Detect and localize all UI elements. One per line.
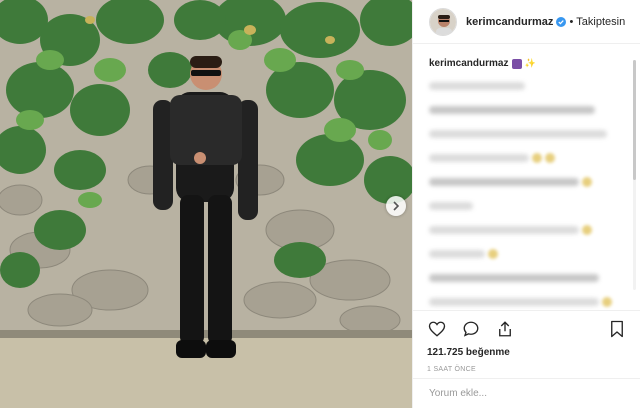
comment-button[interactable]: [461, 319, 481, 339]
save-button[interactable]: [607, 319, 627, 339]
list-item: [429, 78, 625, 94]
next-photo-button[interactable]: [386, 196, 406, 216]
caption-username[interactable]: kerimcandurmaz: [429, 58, 508, 69]
list-item: [429, 126, 625, 142]
like-button[interactable]: [427, 319, 447, 339]
bookmark-icon: [611, 320, 623, 338]
comment-input[interactable]: [429, 388, 625, 399]
comments-list: kerimcandurmaz ✨: [413, 44, 640, 310]
share-icon: [499, 321, 511, 337]
list-item: [429, 150, 625, 166]
header-separator: •: [569, 15, 574, 28]
list-item: [429, 198, 625, 214]
sparkle-emoji: ✨: [524, 58, 536, 68]
list-item: [429, 102, 625, 118]
list-item: [429, 270, 625, 286]
emoji-icon: [512, 58, 523, 69]
post-header: kerimcandurmaz • Takiptesin: [413, 0, 640, 44]
heart-icon: [428, 321, 446, 337]
list-item: [429, 174, 625, 190]
header-username[interactable]: kerimcandurmaz: [466, 16, 553, 28]
follow-status[interactable]: Takiptesin: [576, 16, 625, 28]
list-item: [429, 246, 625, 262]
comment-icon: [463, 321, 479, 337]
post-actions: 121.725 beğenme 1 SAAT ÖNCE: [413, 310, 640, 373]
avatar[interactable]: [429, 7, 457, 36]
list-item: [429, 222, 625, 238]
post-photo[interactable]: [0, 0, 412, 408]
chevron-right-icon: [393, 201, 400, 211]
post-side-panel: kerimcandurmaz • Takiptesin kerimcandurm…: [412, 0, 640, 408]
add-comment-bar: [413, 378, 640, 408]
post-timestamp[interactable]: 1 SAAT ÖNCE: [427, 366, 627, 373]
comments-scrollbar[interactable]: [633, 60, 636, 290]
likes-count[interactable]: 121.725 beğenme: [427, 347, 627, 358]
caption: kerimcandurmaz ✨: [429, 58, 625, 69]
post-image: [0, 0, 412, 408]
avatar-image: [430, 8, 456, 35]
verified-badge-icon: [556, 16, 567, 27]
share-button[interactable]: [495, 319, 515, 339]
list-item: [429, 294, 625, 310]
